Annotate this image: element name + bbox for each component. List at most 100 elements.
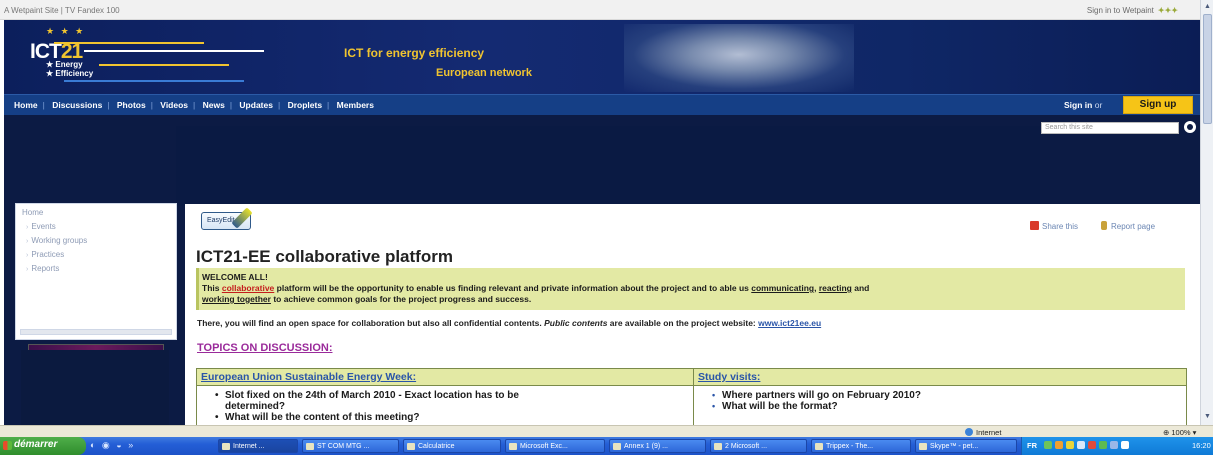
topic-column-study-visits: Study visits: Where partners will go on … — [694, 369, 1186, 431]
folder-icon — [306, 443, 314, 450]
nav-updates[interactable]: Updates — [239, 100, 273, 110]
signin-link[interactable]: Sign in or — [1064, 100, 1102, 110]
wetpaint-signin-link[interactable]: Sign in to Wetpaint ✦✦✦ — [1087, 6, 1178, 15]
collaborative-link[interactable]: collaborative — [222, 283, 274, 293]
language-indicator[interactable]: FR — [1027, 441, 1037, 450]
scroll-down-icon[interactable]: ▼ — [1204, 413, 1211, 420]
search-icon[interactable] — [1184, 121, 1196, 133]
report-page-link[interactable]: Report page — [1101, 221, 1155, 231]
sidebar-item-events[interactable]: Events — [26, 222, 55, 231]
sidebar-nav: Home Events Working groups Practices Rep… — [15, 203, 177, 340]
search-input[interactable]: Search this site — [1041, 122, 1179, 134]
topics-table: European Union Sustainable Energy Week: … — [196, 368, 1187, 432]
banner-line-3 — [99, 64, 229, 66]
page-title: ICT21-EE collaborative platform — [196, 247, 453, 266]
banner-line-1 — [54, 42, 204, 44]
share-icon — [1030, 221, 1039, 230]
nav-videos[interactable]: Videos — [160, 100, 188, 110]
task-internet[interactable]: Internet ... — [218, 439, 298, 453]
signin-or-label: or — [1094, 100, 1103, 110]
nav-news[interactable]: News — [203, 100, 225, 110]
system-tray: FR 16:20 — [1021, 437, 1213, 455]
nav-droplets[interactable]: Droplets — [288, 100, 322, 110]
public-contents-text: Public contents — [544, 318, 608, 328]
skype-icon — [919, 443, 927, 450]
calculator-icon — [407, 443, 415, 450]
topic-item: Slot fixed on the 24th of March 2010 - E… — [215, 390, 693, 412]
stars-icon: ★ ★ ★ — [46, 26, 86, 36]
excel-icon — [509, 443, 517, 450]
topic-item: What will be the content of this meeting… — [215, 412, 693, 423]
easyedit-button[interactable]: EasyEdit — [201, 207, 253, 230]
banner-line-2 — [84, 50, 264, 52]
task-excel[interactable]: Microsoft Exc... — [505, 439, 605, 453]
nav-links: Home | Discussions | Photos | Videos | News |… — [14, 100, 374, 110]
hands-image — [624, 24, 854, 92]
scrollbar-thumb[interactable] — [1203, 14, 1212, 124]
topic-item: What will be the format? — [712, 401, 1186, 412]
share-label: Share this — [1042, 222, 1079, 231]
signup-button[interactable]: Sign up — [1123, 96, 1193, 114]
network-icon — [1044, 441, 1052, 449]
welcome-text-1: This — [202, 283, 222, 293]
trippex-icon — [815, 443, 823, 450]
main-content: EasyEdit Share this Report page ICT21-EE… — [185, 204, 1200, 432]
working-together-link[interactable]: working together — [202, 294, 271, 304]
sidebar-item-home[interactable]: Home — [22, 208, 43, 217]
task-annex[interactable]: Annex 1 (9) ... — [609, 439, 706, 453]
reacting-link[interactable]: reacting — [819, 283, 852, 293]
share-link[interactable]: Share this — [1030, 221, 1078, 231]
task-trippex[interactable]: Trippex - The... — [811, 439, 911, 453]
report-icon — [1101, 221, 1107, 230]
nav-photos[interactable]: Photos — [117, 100, 146, 110]
browser-status-bar: Internet ⊕ 100% ▾ — [0, 425, 1213, 437]
scroll-up-icon[interactable]: ▲ — [1204, 3, 1211, 10]
clock[interactable]: 16:20 — [1192, 441, 1211, 450]
task-st-com[interactable]: ST COM MTG ... — [302, 439, 399, 453]
signal-icon — [1099, 441, 1107, 449]
welcome-box: WELCOME ALL! This collaborative platform… — [196, 268, 1185, 310]
task-word[interactable]: 2 Microsoft ... — [710, 439, 807, 453]
banner-line-4 — [64, 80, 244, 82]
ie-icon — [222, 443, 230, 450]
update-icon — [1088, 441, 1096, 449]
openspace-paragraph: There, you will find an open space for c… — [197, 318, 821, 328]
windows-flag-icon — [3, 441, 12, 450]
word-icon — [714, 443, 722, 450]
project-website-link[interactable]: www.ict21ee.eu — [758, 318, 821, 328]
topic-list-study-visits: Where partners will go on February 2010?… — [694, 386, 1186, 412]
signin-label[interactable]: Sign in — [1064, 100, 1092, 110]
vertical-scrollbar[interactable]: ▲ ▼ — [1200, 0, 1213, 432]
sidebar-item-reports[interactable]: Reports — [26, 264, 59, 273]
globe-icon — [965, 428, 973, 436]
topic-column-energy-week: European Union Sustainable Energy Week: … — [197, 369, 694, 431]
openspace-text-2: are available on the project website: — [607, 318, 759, 328]
openspace-text-1: There, you will find an open space for c… — [197, 318, 545, 328]
pencil-icon — [231, 207, 253, 229]
sidebar-item-practices[interactable]: Practices — [26, 250, 64, 259]
sidebar-item-working-groups[interactable]: Working groups — [26, 236, 87, 245]
nav-discussions[interactable]: Discussions — [52, 100, 102, 110]
volume-icon — [1110, 441, 1118, 449]
task-skype[interactable]: Skype™ - pet... — [915, 439, 1017, 453]
topic-header-study-visits[interactable]: Study visits: — [694, 369, 1186, 386]
tray-icons[interactable] — [1044, 441, 1184, 451]
start-button[interactable]: démarrer — [0, 437, 86, 455]
communicating-link[interactable]: communicating — [751, 283, 814, 293]
tray-misc-icon — [1121, 441, 1129, 449]
zoom-control[interactable]: ⊕ 100% ▾ — [1163, 428, 1196, 437]
topic-item: Where partners will go on February 2010? — [712, 390, 1186, 401]
sidebar-scrollbar[interactable] — [20, 329, 172, 335]
sidebar-dark-box — [21, 350, 169, 432]
quick-launch-icons[interactable]: ◐ ◉ ◒ » — [90, 440, 135, 451]
banner-placeholder — [176, 126, 1040, 206]
topic-header-energy-week[interactable]: European Union Sustainable Energy Week: — [197, 369, 693, 386]
nav-home[interactable]: Home — [14, 100, 38, 110]
task-calculatrice[interactable]: Calculatrice — [403, 439, 501, 453]
wetpaint-signin-label[interactable]: Sign in to Wetpaint — [1087, 6, 1154, 15]
nav-members[interactable]: Members — [337, 100, 374, 110]
site-label[interactable]: A Wetpaint Site | TV Fandex 100 — [4, 6, 120, 15]
logo-energy-text: ★ Energy — [46, 60, 83, 69]
pdf-icon — [613, 443, 621, 450]
topics-heading[interactable]: TOPICS ON DISCUSSION: — [197, 342, 332, 354]
